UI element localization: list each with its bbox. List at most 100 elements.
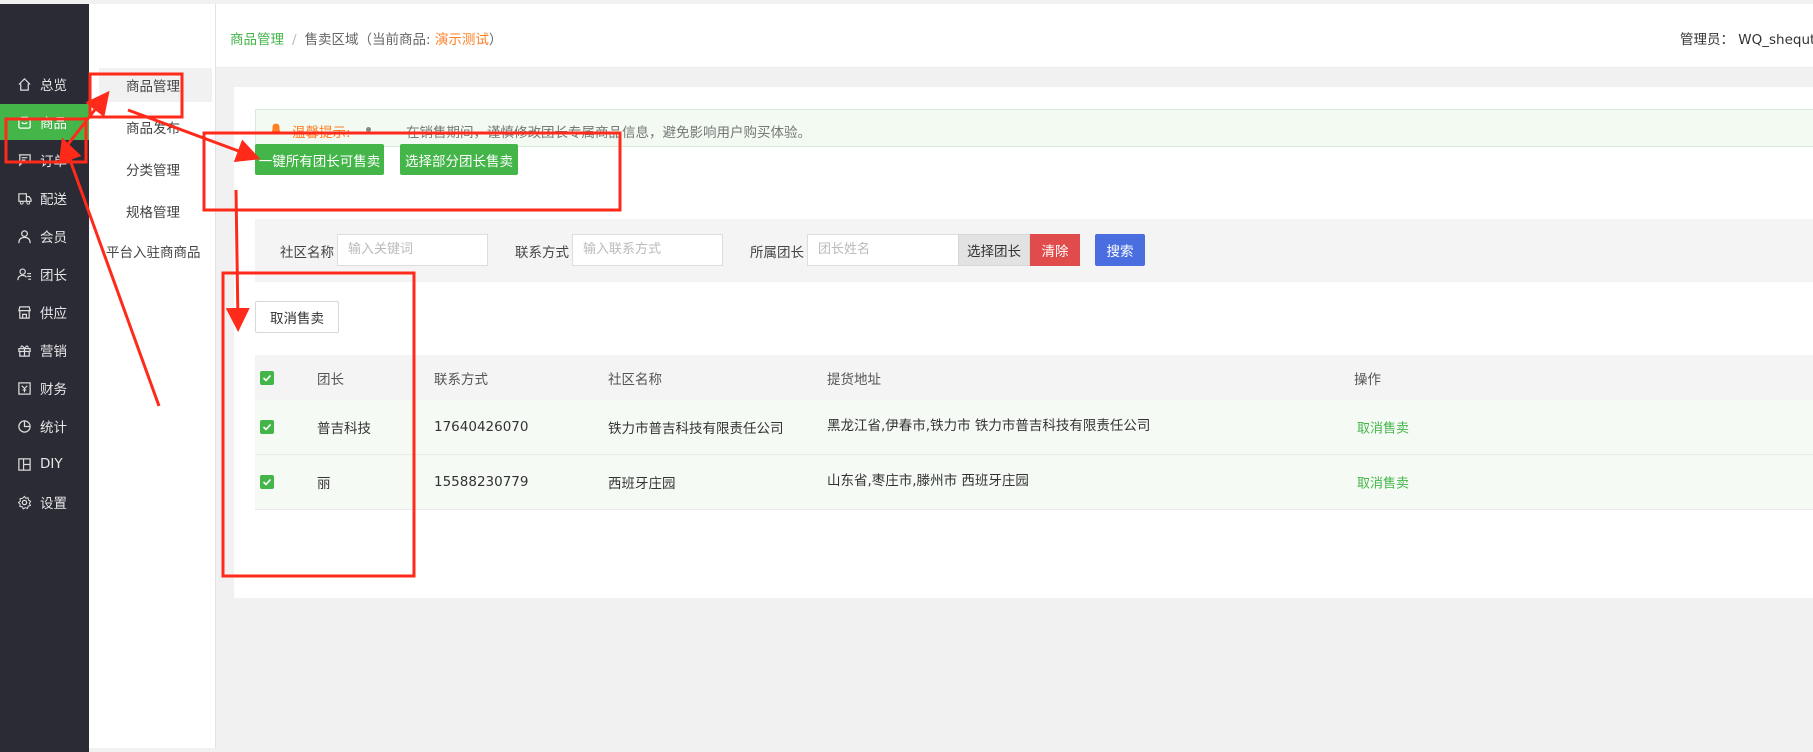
row-cancel-sale-link[interactable]: 取消售卖 [1357, 473, 1409, 492]
gift-icon [18, 344, 31, 357]
leader-icon [17, 267, 32, 280]
submenu-label: 分类管理 [126, 163, 180, 179]
header-address: 提货地址 [827, 371, 881, 388]
row-checkbox[interactable] [260, 475, 274, 489]
tip-title: 温馨提示: [292, 125, 351, 141]
submenu-item-platform-merchant-goods[interactable]: 平台入驻商商品 [89, 234, 216, 268]
nav-item-leaders[interactable]: 团长 [0, 256, 89, 292]
row-checkbox[interactable] [260, 420, 274, 434]
breadcrumb: 商品管理 / 售卖区域（当前商品: 演示测试） [230, 28, 502, 48]
leader-table: 团长 联系方式 社区名称 提货地址 操作 普吉科技 17640426070 铁力… [255, 355, 1813, 510]
nav-label: 统计 [40, 420, 67, 436]
cell-community: 西班牙庄园 [608, 476, 676, 492]
community-name-label: 社区名称 [280, 245, 334, 261]
tip-bullet [366, 127, 371, 132]
all-leaders-sell-button[interactable]: 一键所有团长可售卖 [255, 144, 384, 175]
nav-item-settings[interactable]: 设置 [0, 484, 89, 520]
admin-user[interactable]: 管理员： WQ_shequtu [1680, 28, 1813, 48]
check-icon [262, 374, 272, 382]
search-button[interactable]: 搜索 [1095, 234, 1145, 266]
pie-chart-icon [18, 419, 31, 433]
sale-area-panel: 温馨提示: 在销售期间，谨慎修改团长专属商品信息，避免影响用户购买体验。 一键所… [234, 87, 1813, 598]
breadcrumb-separator: / [292, 32, 297, 48]
select-all-checkbox[interactable] [260, 370, 274, 385]
header-leader: 团长 [317, 371, 344, 388]
clear-button[interactable]: 清除 [1030, 234, 1080, 266]
layout-icon [18, 457, 31, 471]
nav-label: 设置 [40, 496, 67, 512]
cell-leader: 丽 [317, 476, 331, 492]
cell-address: 黑龙江省,伊春市,铁力市 铁力市普吉科技有限责任公司 [827, 418, 1151, 435]
cell-leader: 普吉科技 [317, 421, 371, 437]
nav-label: DIY [40, 456, 63, 472]
nav-item-orders[interactable]: 订单 [0, 142, 89, 178]
submenu-item-goods-management[interactable]: 商品管理 [99, 68, 212, 102]
nav-label: 商品 [40, 116, 67, 132]
nav-label: 财务 [40, 382, 67, 398]
submenu-label: 商品发布 [126, 121, 180, 137]
tip-text: 在销售期间，谨慎修改团长专属商品信息，避免影响用户购买体验。 [406, 125, 811, 141]
submenu-label: 商品管理 [126, 79, 180, 95]
delivery-icon [18, 192, 32, 205]
nav-item-diy[interactable]: DIY [0, 446, 89, 482]
table-row: 丽 15588230779 西班牙庄园 山东省,枣庄市,滕州市 西班牙庄园 取消… [255, 455, 1813, 510]
submenu-label: 规格管理 [126, 205, 180, 221]
member-icon [18, 229, 31, 243]
goods-box-icon [18, 116, 31, 129]
home-icon [18, 77, 31, 91]
gear-icon [17, 495, 32, 510]
cell-contact: 15588230779 [434, 474, 529, 490]
select-leader-button[interactable]: 选择团长 [958, 234, 1030, 266]
header-community: 社区名称 [608, 371, 662, 388]
nav-label: 总览 [40, 78, 67, 94]
contact-input[interactable]: 输入联系方式 [572, 234, 723, 266]
goods-submenu: 商品管理 商品发布 分类管理 规格管理 平台入驻商商品 [89, 4, 216, 748]
row-cancel-sale-link[interactable]: 取消售卖 [1357, 418, 1409, 437]
submenu-item-goods-publish[interactable]: 商品发布 [89, 110, 216, 144]
check-icon [262, 423, 272, 431]
leader-label: 所属团长 [750, 245, 804, 261]
contact-label: 联系方式 [515, 245, 569, 261]
nav-item-marketing[interactable]: 营销 [0, 332, 89, 368]
nav-label: 团长 [40, 268, 67, 284]
finance-icon [18, 381, 31, 395]
nav-label: 营销 [40, 344, 67, 360]
nav-item-delivery[interactable]: 配送 [0, 180, 89, 216]
nav-label: 配送 [40, 192, 67, 208]
supply-store-icon [18, 305, 31, 319]
search-filters: 社区名称 输入关键词 联系方式 输入联系方式 所属团长 团长姓名 选择团长 清除… [255, 219, 1813, 282]
select-leaders-sell-button[interactable]: 选择部分团长售卖 [400, 144, 518, 175]
leader-name-input[interactable]: 团长姓名 [807, 234, 959, 266]
cell-community: 铁力市普吉科技有限责任公司 [608, 421, 784, 437]
breadcrumb-product-name: 演示测试 [434, 32, 489, 48]
nav-item-members[interactable]: 会员 [0, 218, 89, 254]
breadcrumb-current-suffix: ） [488, 32, 503, 48]
breadcrumb-current: 售卖区域（当前商品: [304, 32, 431, 48]
community-name-input[interactable]: 输入关键词 [337, 234, 488, 266]
order-icon [18, 153, 31, 167]
cell-contact: 17640426070 [434, 419, 529, 435]
warm-tip-banner: 温馨提示: 在销售期间，谨慎修改团长专属商品信息，避免影响用户购买体验。 [255, 109, 1813, 147]
batch-cancel-sale-button[interactable]: 取消售卖 [255, 301, 339, 333]
nav-label: 订单 [40, 154, 67, 170]
top-header: 商品管理 / 售卖区域（当前商品: 演示测试） 管理员： WQ_shequtu [216, 4, 1813, 68]
submenu-item-spec-management[interactable]: 规格管理 [89, 194, 216, 228]
nav-item-finance[interactable]: 财务 [0, 370, 89, 406]
nav-label: 会员 [40, 230, 67, 246]
nav-item-overview[interactable]: 总览 [0, 66, 89, 102]
submenu-label: 平台入驻商商品 [106, 245, 201, 261]
table-row: 普吉科技 17640426070 铁力市普吉科技有限责任公司 黑龙江省,伊春市,… [255, 400, 1813, 455]
nav-item-statistics[interactable]: 统计 [0, 408, 89, 444]
submenu-item-category-management[interactable]: 分类管理 [89, 152, 216, 186]
bell-icon [271, 123, 281, 135]
nav-label: 供应 [40, 306, 67, 322]
nav-item-goods[interactable]: 商品 [0, 104, 89, 140]
header-action: 操作 [1354, 371, 1381, 388]
check-icon [262, 478, 272, 486]
cell-address: 山东省,枣庄市,滕州市 西班牙庄园 [827, 473, 1029, 490]
main-nav: 总览 商品 订单 配送 会员 团长 供应 营销 财务 统计 DIY 设置 [0, 4, 89, 752]
nav-item-supply[interactable]: 供应 [0, 294, 89, 330]
breadcrumb-root-link[interactable]: 商品管理 [230, 32, 284, 48]
table-header: 团长 联系方式 社区名称 提货地址 操作 [255, 355, 1813, 400]
header-contact: 联系方式 [434, 371, 488, 388]
